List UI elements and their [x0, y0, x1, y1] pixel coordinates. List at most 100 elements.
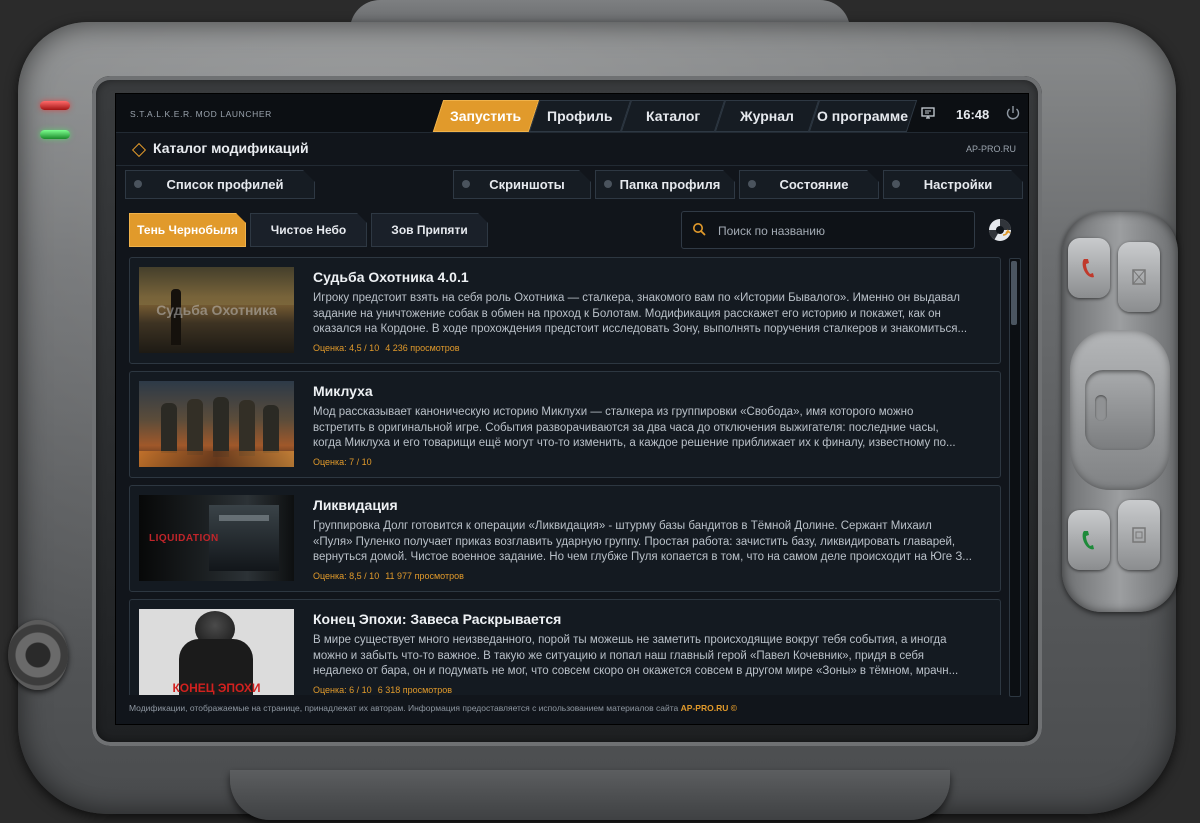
mod-thumbnail-caption: КОНЕЦ ЭПОХИ [172, 681, 261, 695]
device-bottom-bump [230, 770, 950, 820]
mod-meta: Оценка: 6 / 10 6 318 просмотров [313, 685, 452, 695]
mod-thumbnail-caption: LIQUIDATION [149, 532, 219, 544]
mod-description-line: Игроку предстоит взять на себя роль Охот… [313, 292, 961, 304]
mod-rating: Оценка: 6 / 10 [313, 685, 372, 695]
subtab-indicator [462, 180, 470, 188]
subtab-profile-folder[interactable]: Папка профиля [595, 170, 735, 199]
mod-description-line: недалеко от бара, он и подумать не мог, … [313, 665, 959, 677]
monitor-icon[interactable] [921, 107, 935, 119]
power-icon[interactable] [1004, 104, 1022, 122]
clock: 16:48 [956, 107, 990, 122]
refresh-icon[interactable] [988, 218, 1012, 242]
mod-title: Конец Эпохи: Завеса Раскрывается [313, 611, 562, 627]
dpad-center-notch [1095, 395, 1107, 421]
app-title: S.T.A.L.K.E.R. MOD LAUNCHER [130, 109, 272, 119]
subtab-screenshots[interactable]: Скриншоты [453, 170, 591, 199]
mod-views: 11 977 просмотров [385, 571, 464, 581]
nav-tab-label: Журнал [740, 108, 794, 124]
subtab-indicator [604, 180, 612, 188]
subtab-label: Список профилей [166, 177, 284, 192]
mod-title: Судьба Охотника 4.0.1 [313, 269, 469, 285]
mod-views: 6 318 просмотров [377, 685, 453, 695]
mod-description: Группировка Долг готовится к операции «Л… [313, 519, 988, 565]
mod-rating: Оценка: 8,5 / 10 [313, 571, 380, 581]
nav-tab-catalog[interactable]: Каталог [620, 100, 726, 132]
nav-tab-launch[interactable]: Запустить [432, 100, 540, 132]
game-tab-shadow-of-chernobyl[interactable]: Тень Чернобыля [129, 213, 246, 247]
mod-description: Игроку предстоит взять на себя роль Охот… [313, 291, 988, 337]
game-tab-clear-sky[interactable]: Чистое Небо [250, 213, 367, 247]
side-button-bottom-right [1118, 500, 1160, 570]
mod-description-line: вернуться домой. Чистое военное задание.… [313, 551, 972, 563]
mod-description-line: «Пуля» Пуленко получает приказ возглавит… [313, 535, 956, 548]
mod-rating: Оценка: 7 / 10 [313, 457, 372, 467]
mod-description-line: Группировка Долг готовится к операции «Л… [313, 520, 932, 532]
mod-description: Мод рассказывает каноническую историю Ми… [313, 405, 988, 451]
mod-description-line: В мире существует много неизведанного, п… [313, 634, 947, 646]
side-button-top-right [1118, 242, 1160, 312]
subtab-settings[interactable]: Настройки [883, 170, 1023, 199]
phone-red-icon [1082, 259, 1094, 278]
mod-thumbnail-caption: Судьба Охотника [156, 302, 277, 318]
game-tab-label: Зов Припяти [391, 223, 468, 237]
mod-list-scrollbar[interactable] [1009, 258, 1021, 697]
mod-description: В мире существует много неизведанного, п… [313, 633, 988, 679]
scrollbar-thumb[interactable] [1011, 261, 1017, 325]
subtab-label: Состояние [779, 177, 849, 192]
mod-meta: Оценка: 4,5 / 10 4 236 просмотров [313, 343, 460, 353]
page-header: Каталог модификаций AP-PRO.RU [116, 133, 1028, 166]
footer-text: Модификации, отображаемые на странице, п… [129, 703, 679, 713]
envelope-icon [1132, 269, 1146, 285]
mod-thumbnail [139, 381, 294, 467]
game-tab-call-of-pripyat[interactable]: Зов Припяти [371, 213, 488, 247]
nav-tab-label: Запустить [450, 108, 522, 124]
nav-tab-journal[interactable]: Журнал [714, 100, 820, 132]
subtab-indicator [134, 180, 142, 188]
subtab-label: Скриншоты [489, 177, 565, 192]
phone-green-button [1068, 510, 1110, 570]
mod-description-line: когда Миклуха и его товарищи ещё могут ч… [313, 437, 956, 449]
status-led-red [40, 101, 70, 110]
page-title: Каталог модификаций [153, 140, 309, 156]
top-bar: S.T.A.L.K.E.R. MOD LAUNCHER Запустить Пр… [116, 94, 1028, 133]
mod-card[interactable]: LIQUIDATION Ликвидация Группировка Долг … [129, 485, 1001, 592]
mod-thumbnail: КОНЕЦ ЭПОХИ [139, 609, 294, 695]
footer-link[interactable]: AP-PRO.RU © [681, 703, 737, 713]
subtab-indicator [748, 180, 756, 188]
mod-meta: Оценка: 7 / 10 [313, 457, 372, 467]
mod-card[interactable]: Судьба Охотника Судьба Охотника 4.0.1 Иг… [129, 257, 1001, 364]
device-knob [8, 620, 68, 690]
mod-thumbnail: Судьба Охотника [139, 267, 294, 353]
mod-rating: Оценка: 4,5 / 10 [313, 343, 380, 353]
game-tab-label: Чистое Небо [270, 223, 347, 237]
nav-tab-profile[interactable]: Профиль [528, 100, 632, 132]
status-led-green [40, 130, 70, 139]
search-box[interactable] [681, 211, 975, 249]
mod-description-line: можно и забыть что-то важное. В такую же… [313, 649, 924, 662]
game-tab-label: Тень Чернобыля [137, 223, 238, 237]
mod-card[interactable]: Миклуха Мод рассказывает каноническую ис… [129, 371, 1001, 478]
mod-title: Миклуха [313, 383, 373, 399]
subtab-label: Настройки [923, 177, 993, 192]
mod-description-line: задание на уничтожение собак в обмен на … [313, 307, 941, 320]
subtab-profile-list[interactable]: Список профилей [125, 170, 315, 199]
mod-description-line: оказался на Кордоне. В ходе прохождения … [313, 323, 968, 335]
doc-icon [1132, 527, 1146, 543]
mod-meta: Оценка: 8,5 / 10 11 977 просмотров [313, 571, 464, 581]
nav-tab-label: Каталог [645, 108, 701, 124]
nav-tab-label: Профиль [547, 108, 613, 124]
phone-red-button [1068, 238, 1110, 298]
mod-views: 4 236 просмотров [385, 343, 460, 353]
subtab-status[interactable]: Состояние [739, 170, 879, 199]
site-label: AP-PRO.RU [965, 144, 1016, 154]
mod-card[interactable]: КОНЕЦ ЭПОХИ Конец Эпохи: Завеса Раскрыва… [129, 599, 1001, 695]
mod-title: Ликвидация [313, 497, 398, 513]
phone-green-icon [1082, 531, 1094, 550]
search-input[interactable] [716, 220, 970, 242]
mod-thumbnail: LIQUIDATION [139, 495, 294, 581]
mod-list[interactable]: Судьба Охотника Судьба Охотника 4.0.1 Иг… [129, 257, 1001, 695]
footer-note: Модификации, отображаемые на странице, п… [129, 703, 737, 713]
subtab-label: Папка профиля [619, 177, 721, 192]
launcher-screen: S.T.A.L.K.E.R. MOD LAUNCHER Запустить Пр… [116, 94, 1028, 724]
nav-tab-about[interactable]: О программе [808, 100, 918, 132]
